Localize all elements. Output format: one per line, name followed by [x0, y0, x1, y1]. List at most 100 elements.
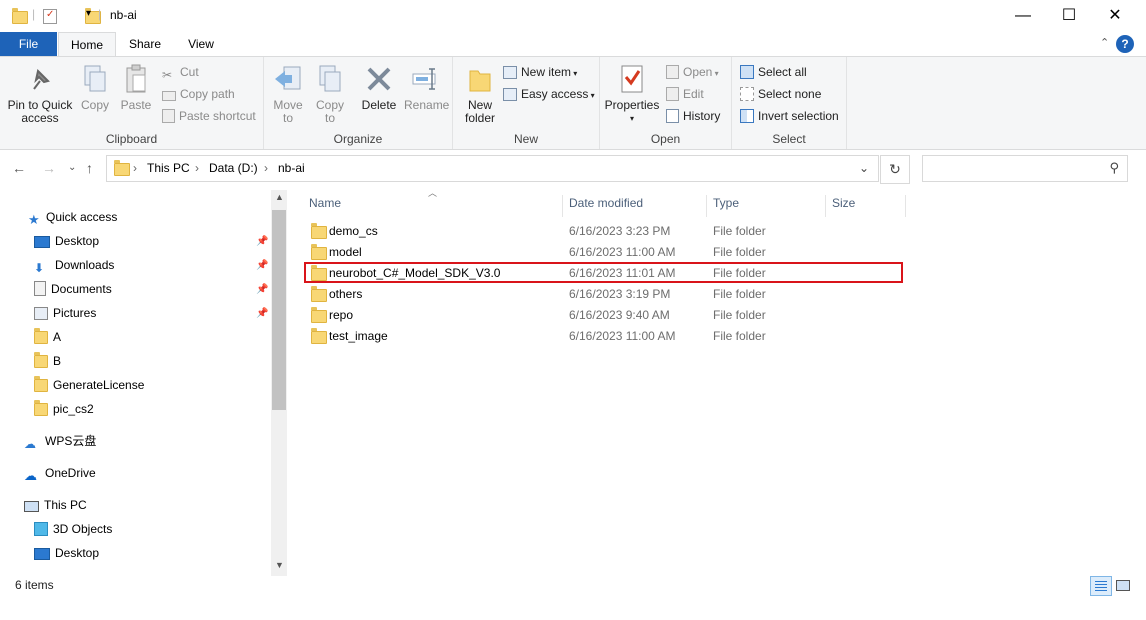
nav-item-desktop[interactable]: Desktop	[34, 230, 99, 252]
select-all-button[interactable]: Select all	[740, 62, 807, 82]
file-name: others	[329, 287, 363, 301]
nav-item-label: pic_cs2	[53, 402, 94, 416]
history-button[interactable]: History	[666, 106, 720, 126]
copy-to-button[interactable]: Copy to	[310, 61, 350, 125]
paste-shortcut-label: Paste shortcut	[179, 109, 256, 123]
select-group-label: Select	[772, 132, 806, 146]
star-icon: ★	[28, 212, 40, 227]
tab-share[interactable]: Share	[122, 32, 168, 56]
pin-icon: 📌	[256, 308, 269, 319]
copy-button[interactable]: Copy	[76, 61, 114, 112]
onedrive-cloud-icon: ☁	[24, 468, 37, 483]
new-folder-button[interactable]: New folder	[457, 61, 503, 125]
forward-arrow-icon[interactable]: →	[42, 160, 56, 176]
computer-icon	[24, 501, 39, 512]
maximize-button[interactable]: ☐	[1046, 0, 1092, 32]
breadcrumb-separator[interactable]: ›	[264, 161, 268, 175]
pin-to-quick-access-button[interactable]: Pin to Quick access	[4, 61, 76, 125]
nav-item-pic-cs2[interactable]: pic_cs2	[34, 398, 94, 420]
select-all-icon	[740, 65, 754, 79]
refresh-icon[interactable]: ↻	[880, 155, 910, 184]
breadcrumb-separator[interactable]: ›	[195, 161, 199, 175]
file-row[interactable]: repo 6/16/2023 9:40 AM File folder	[303, 305, 903, 326]
nav-item-b[interactable]: B	[34, 350, 61, 372]
file-date: 6/16/2023 3:19 PM	[569, 287, 671, 301]
copy-path-button[interactable]: Copy path	[162, 84, 235, 104]
file-row[interactable]: model 6/16/2023 11:00 AM File folder	[303, 242, 903, 263]
pin-icon: 📌	[256, 284, 269, 295]
nav-item-generatelicense[interactable]: GenerateLicense	[34, 374, 144, 396]
help-icon[interactable]: ?	[1116, 35, 1134, 53]
window-title: nb-ai	[110, 8, 137, 22]
tab-home[interactable]: Home	[58, 32, 116, 57]
paste-shortcut-button[interactable]: Paste shortcut	[162, 106, 256, 126]
nav-onedrive[interactable]: ☁ OneDrive	[24, 462, 96, 484]
nav-this-pc[interactable]: This PC	[24, 494, 87, 516]
nav-item-downloads[interactable]: ⬇ Downloads	[34, 254, 114, 276]
delete-button[interactable]: Delete	[356, 61, 402, 112]
nav-item-3d-objects[interactable]: 3D Objects	[34, 518, 112, 540]
nav-this-pc-label: This PC	[44, 498, 87, 512]
paste-button[interactable]: Paste	[116, 61, 156, 112]
nav-item-label: B	[53, 354, 62, 368]
select-none-label: Select none	[758, 87, 822, 101]
easy-access-button[interactable]: Easy access ▾	[503, 84, 595, 104]
move-to-button[interactable]: Move to	[268, 61, 308, 125]
file-name: model	[329, 245, 362, 259]
select-none-button[interactable]: Select none	[740, 84, 821, 104]
rename-button[interactable]: Rename	[404, 61, 449, 112]
file-type: File folder	[713, 287, 766, 301]
column-header-date-modified[interactable]: Date modified	[563, 195, 707, 217]
paste-icon	[120, 63, 152, 95]
large-icons-view-icon[interactable]	[1114, 577, 1130, 593]
desktop-icon	[34, 548, 50, 560]
minimize-button[interactable]: —	[1000, 0, 1046, 32]
tab-file[interactable]: File	[0, 32, 57, 56]
invert-selection-button[interactable]: Invert selection	[740, 106, 839, 126]
column-header-size[interactable]: Size	[826, 195, 906, 217]
nav-item-pictures[interactable]: Pictures	[34, 302, 96, 324]
breadcrumb-data-d[interactable]: Data (D:)	[209, 161, 258, 175]
expand-ribbon-icon[interactable]: ⌃	[1100, 36, 1109, 49]
breadcrumb-this-pc[interactable]: This PC	[147, 161, 190, 175]
address-dropdown-icon[interactable]: ⌄	[859, 161, 869, 175]
breadcrumb-separator[interactable]: ›	[133, 161, 137, 175]
file-row[interactable]: others 6/16/2023 3:19 PM File folder	[303, 284, 903, 305]
column-header-type[interactable]: Type	[707, 195, 826, 217]
customize-quick-access-icon[interactable]: ▾	[86, 8, 91, 19]
file-row[interactable]: demo_cs 6/16/2023 3:23 PM File folder	[303, 221, 903, 242]
nav-scrollbar-thumb[interactable]	[272, 210, 286, 410]
up-arrow-icon[interactable]: ↑	[86, 160, 93, 176]
new-group-label: New	[513, 132, 538, 146]
details-view-icon[interactable]	[1090, 576, 1112, 596]
nav-quick-access[interactable]: ★ Quick access	[28, 206, 117, 228]
nav-item-label: GenerateLicense	[53, 378, 145, 392]
file-row[interactable]: test_image 6/16/2023 11:00 AM File folde…	[303, 326, 903, 347]
edit-button[interactable]: Edit	[666, 84, 704, 104]
highlight-box	[304, 262, 903, 283]
nav-item-documents[interactable]: Documents	[34, 278, 112, 300]
back-arrow-icon[interactable]: ←	[12, 160, 26, 176]
address-bar[interactable]: › This PC › Data (D:) › nb-ai ⌄	[106, 155, 879, 182]
cut-button[interactable]: ✂ Cut	[162, 62, 199, 82]
nav-item-desktop-pc[interactable]: Desktop	[34, 542, 99, 564]
file-date: 6/16/2023 3:23 PM	[569, 224, 671, 238]
nav-item-label: Downloads	[55, 258, 115, 272]
tab-view[interactable]: View	[178, 32, 224, 56]
select-none-icon	[740, 87, 754, 101]
scroll-down-arrow-icon[interactable]: ▼	[275, 560, 284, 570]
breadcrumb-nb-ai[interactable]: nb-ai	[278, 161, 305, 175]
properties-quick-icon[interactable]: ✓	[43, 9, 57, 24]
scroll-up-arrow-icon[interactable]: ▲	[275, 192, 284, 202]
column-header-name[interactable]: Name	[303, 195, 563, 217]
new-item-label: New item	[521, 65, 572, 79]
nav-wps-cloud[interactable]: ☁ WPS云盘	[24, 430, 96, 452]
properties-button[interactable]: Properties ▾	[604, 61, 660, 125]
invert-selection-label: Invert selection	[758, 109, 839, 123]
close-button[interactable]: ✕	[1092, 0, 1138, 32]
recent-locations-chevron-icon[interactable]: ⌄	[68, 162, 76, 173]
nav-item-a[interactable]: A	[34, 326, 61, 348]
search-input[interactable]: ⚲	[922, 155, 1128, 182]
open-button[interactable]: Open ▾	[666, 62, 719, 82]
new-item-button[interactable]: New item ▾	[503, 62, 577, 82]
